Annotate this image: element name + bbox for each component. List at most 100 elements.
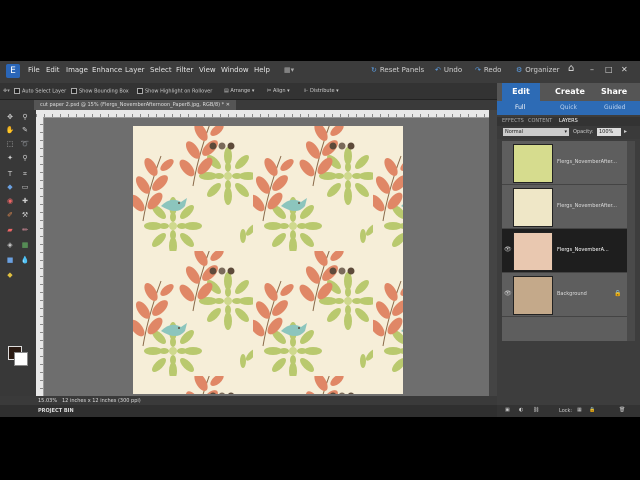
move-tool-icon: ✥▾ [3, 88, 10, 94]
straighten-tool-icon[interactable]: ▭ [20, 183, 30, 192]
chevron-down-icon: ▾ [564, 129, 567, 135]
minimize-icon[interactable]: – [590, 65, 594, 74]
arrange-icon[interactable]: ▦▾ [284, 66, 294, 74]
menu-select[interactable]: Select [150, 66, 172, 74]
layer-row[interactable]: Flergs_NovemberAfter... [502, 141, 627, 185]
layer-row[interactable]: Flergs_NovemberAfter... [502, 185, 627, 229]
vertical-scrollbar[interactable] [489, 110, 497, 396]
align-dropdown[interactable]: ⊨ Align ▾ [267, 88, 290, 94]
adjustment-layer-icon[interactable]: ◐ [519, 407, 523, 413]
blur-tool-icon[interactable]: 💧 [20, 256, 30, 265]
link-layers-icon[interactable]: ⛓ [533, 407, 539, 413]
tab-guided-edit[interactable]: Guided [604, 104, 625, 111]
magic-wand-tool-icon[interactable]: ✦ [5, 154, 15, 163]
project-bin-label: PROJECT BIN [38, 408, 74, 414]
clone-stamp-tool-icon[interactable]: ⚒ [20, 211, 30, 220]
layer-thumbnail [513, 188, 553, 227]
crop-tool-icon[interactable]: ⌗ [20, 170, 30, 179]
layers-scrollbar[interactable] [627, 141, 635, 341]
menu-window[interactable]: Window [221, 66, 249, 74]
layer-row[interactable]: 👁 Background 🔒 [502, 273, 627, 317]
checkbox-icon [14, 88, 20, 94]
menu-edit[interactable]: Edit [46, 66, 60, 74]
gradient-tool-icon[interactable]: ▦ [20, 241, 30, 250]
lock-all-icon[interactable]: 🔒 [589, 407, 595, 413]
tab-layers[interactable]: LAYERS [559, 118, 578, 124]
undo-button[interactable]: ↶ Undo [435, 66, 462, 74]
type-tool-icon[interactable]: T [5, 170, 15, 179]
organizer-button[interactable]: ⚙ Organizer [516, 66, 560, 74]
recompose-tool-icon[interactable]: ◆ [5, 183, 15, 192]
floral-pattern-image [133, 126, 403, 394]
layer-row-selected[interactable]: 👁 Flergs_NovemberA... [502, 229, 627, 273]
checkbox-icon [71, 88, 77, 94]
document-tab[interactable]: cut paper 2.psd @ 15% (Flergs_NovemberAf… [34, 100, 236, 110]
distribute-dropdown[interactable]: ⊩ Distribute ▾ [304, 88, 339, 94]
tab-edit[interactable]: Edit [502, 83, 540, 101]
eyedropper-tool-icon[interactable]: ✎ [20, 126, 30, 135]
tab-quick-edit[interactable]: Quick [560, 104, 577, 111]
menu-enhance[interactable]: Enhance [92, 66, 122, 74]
menu-filter[interactable]: Filter [176, 66, 193, 74]
redo-button[interactable]: ↷ Redo [475, 66, 501, 74]
sponge-tool-icon[interactable]: ◆ [5, 271, 15, 280]
undo-label: Undo [443, 66, 463, 74]
quick-selection-tool-icon[interactable]: ⚲ [20, 154, 30, 163]
layer-thumbnail [513, 276, 553, 315]
lasso-tool-icon[interactable]: ➰ [20, 140, 30, 149]
layers-list: Flergs_NovemberAfter... Flergs_NovemberA… [502, 141, 627, 341]
menu-layer[interactable]: Layer [125, 66, 145, 74]
menu-view[interactable]: View [199, 66, 216, 74]
delete-layer-icon[interactable]: 🗑 [619, 407, 625, 413]
home-icon[interactable]: ⌂ [568, 63, 574, 74]
eraser-tool-icon[interactable]: ▰ [5, 226, 15, 235]
shape-tool-icon[interactable]: ■ [5, 256, 15, 265]
menu-file[interactable]: File [28, 66, 40, 74]
tool-options-bar: ✥▾ Auto Select Layer Show Bounding Box S… [0, 83, 497, 100]
brush-tool-icon[interactable]: ✏ [20, 226, 30, 235]
eye-icon[interactable]: 👁 [504, 246, 512, 253]
document-canvas[interactable] [133, 126, 403, 394]
close-tab-icon[interactable]: ✕ [226, 102, 230, 108]
project-bin-bar[interactable]: PROJECT BIN [0, 405, 497, 417]
tab-full-edit[interactable]: Full [515, 104, 525, 111]
tab-share[interactable]: Share [601, 87, 627, 96]
lock-transparency-icon[interactable]: ▦ [577, 407, 582, 413]
menu-bar: E File Edit Image Enhance Layer Select F… [0, 61, 640, 83]
opacity-label: Opacity: [573, 129, 594, 135]
eye-icon[interactable]: 👁 [504, 290, 512, 297]
move-tool-icon[interactable]: ✥ [5, 113, 15, 122]
checkbox-icon [137, 88, 143, 94]
hand-tool-icon[interactable]: ✋ [5, 126, 15, 135]
blend-mode-select[interactable]: Normal ▾ [503, 128, 569, 136]
maximize-icon[interactable]: □ [605, 65, 613, 74]
reset-panels-button[interactable]: ↻ Reset Panels [371, 66, 424, 74]
distribute-label: Distribute [309, 88, 335, 94]
lock-label: Lock: [559, 408, 573, 414]
smart-brush-tool-icon[interactable]: ✐ [5, 211, 15, 220]
auto-select-checkbox[interactable]: Auto Select Layer [14, 88, 66, 95]
paint-bucket-tool-icon[interactable]: ◈ [5, 241, 15, 250]
background-color-swatch[interactable] [14, 352, 28, 366]
tab-create[interactable]: Create [555, 87, 585, 96]
red-eye-tool-icon[interactable]: ◉ [5, 197, 15, 206]
bounding-box-checkbox[interactable]: Show Bounding Box [71, 88, 129, 95]
reset-icon: ↻ [371, 66, 377, 74]
menu-image[interactable]: Image [66, 66, 88, 74]
tab-effects[interactable]: EFFECTS [502, 118, 524, 124]
layer-name: Background [557, 291, 587, 297]
arrange-dropdown[interactable]: ▤ Arrange ▾ [224, 88, 254, 94]
close-icon[interactable]: ✕ [621, 65, 628, 74]
opacity-input[interactable]: 100% [597, 128, 621, 136]
tab-content[interactable]: CONTENT [528, 118, 552, 124]
healing-brush-tool-icon[interactable]: ✚ [20, 197, 30, 206]
chevron-right-icon[interactable]: ▸ [624, 128, 627, 135]
edit-submode-bar: Full Quick Guided [497, 101, 640, 115]
highlight-checkbox[interactable]: Show Highlight on Rollover [137, 88, 212, 95]
zoom-tool-icon[interactable]: ⚲ [20, 113, 30, 122]
marquee-tool-icon[interactable]: ⬚ [5, 140, 15, 149]
vertical-ruler [36, 117, 44, 396]
lock-icon: 🔒 [614, 290, 622, 297]
new-layer-icon[interactable]: ▣ [505, 407, 510, 413]
menu-help[interactable]: Help [254, 66, 270, 74]
